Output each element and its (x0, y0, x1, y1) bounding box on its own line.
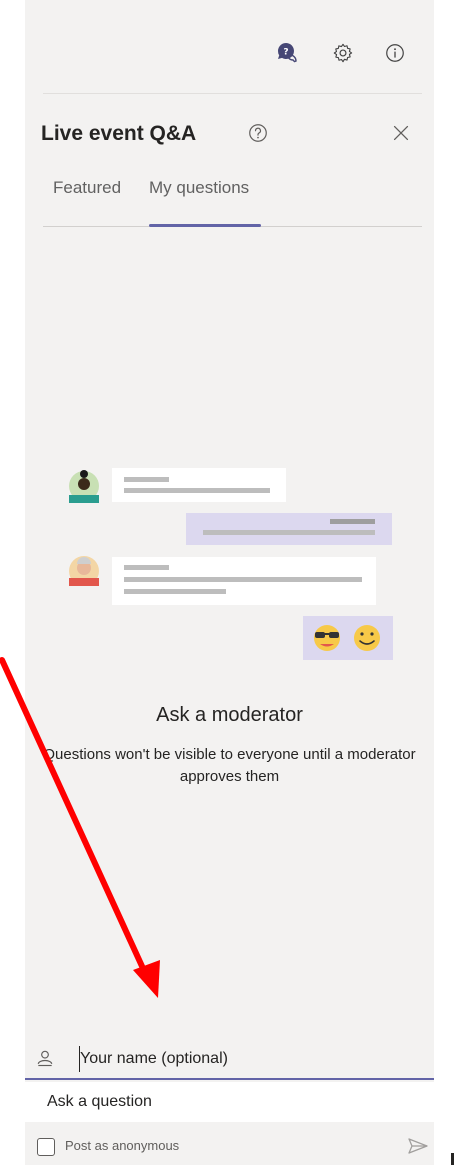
panel-title: Live event Q&A (41, 122, 197, 145)
top-toolbar: ? (25, 34, 434, 74)
help-question-icon[interactable] (247, 122, 269, 144)
anonymous-row: Post as anonymous (25, 1134, 434, 1162)
qna-panel: ? Live event Q&A Featured My questions A… (25, 0, 434, 1165)
anonymous-checkbox[interactable] (37, 1138, 55, 1156)
sunglasses-emoji-icon (314, 625, 340, 651)
person-icon (35, 1048, 55, 1068)
tab-featured[interactable]: Featured (53, 178, 121, 198)
empty-state-description: Questions won't be visible to everyone u… (43, 746, 416, 785)
info-icon[interactable] (382, 40, 408, 66)
avatar-woman-icon (69, 470, 99, 506)
smile-emoji-icon (354, 625, 380, 651)
avatar-man-icon (69, 556, 99, 586)
qna-bubble-icon[interactable]: ? (274, 40, 300, 66)
settings-gear-icon[interactable] (330, 40, 356, 66)
empty-state-title: Ask a moderator (156, 704, 303, 726)
question-input[interactable] (47, 1088, 407, 1116)
chat-illustration (69, 468, 393, 660)
close-icon[interactable] (390, 122, 412, 144)
name-field-row (25, 1040, 434, 1080)
svg-text:?: ? (283, 48, 288, 58)
active-tab-indicator (149, 224, 261, 227)
anonymous-label: Post as anonymous (65, 1138, 180, 1153)
question-field-row (25, 1082, 434, 1122)
toolbar-divider (43, 93, 422, 94)
tab-bar: Featured My questions (43, 172, 422, 227)
send-icon[interactable] (406, 1134, 430, 1158)
tab-my-questions[interactable]: My questions (149, 178, 249, 198)
name-input[interactable] (79, 1046, 410, 1072)
panel-header: Live event Q&A (41, 116, 418, 152)
